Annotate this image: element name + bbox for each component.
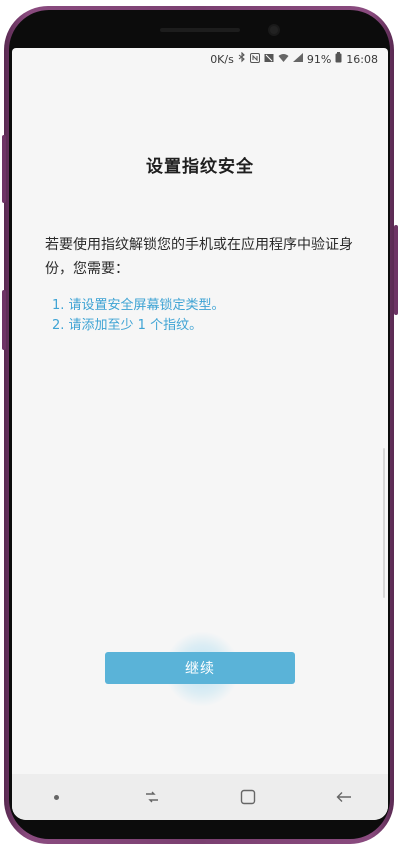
front-camera: [270, 26, 278, 34]
nfc-icon: [249, 52, 260, 66]
navigation-bar: [12, 774, 388, 820]
step-item-2[interactable]: 2. 请添加至少 1 个指纹。: [52, 316, 372, 336]
bixby-button: [2, 290, 6, 350]
clock: 16:08: [346, 52, 378, 66]
description-text: 若要使用指纹解锁您的手机或在应用程序中验证身份，您需要：: [45, 237, 353, 277]
step-item-1[interactable]: 1. 请设置安全屏幕锁定类型。: [52, 296, 372, 316]
back-icon[interactable]: [324, 782, 364, 812]
volume-button: [2, 135, 6, 203]
phone-screen: 0K/s 91% 16:08 设置指纹安全 若要使用指纹解锁您的手机或在应用程序…: [12, 48, 388, 820]
steps-list: 1. 请设置安全屏幕锁定类型。 2. 请添加至少 1 个指纹。: [52, 296, 372, 336]
scroll-indicator: [383, 448, 385, 598]
signal-icon: [292, 53, 303, 65]
battery-icon: [335, 52, 342, 66]
dot-icon[interactable]: [36, 782, 76, 812]
network-speed: 0K/s: [210, 52, 234, 66]
status-bar: 0K/s 91% 16:08: [12, 48, 388, 70]
power-button: [394, 225, 398, 315]
wifi-icon: [278, 53, 289, 65]
home-icon[interactable]: [228, 782, 268, 812]
earpiece-speaker: [160, 28, 240, 32]
continue-button[interactable]: 继续: [105, 652, 295, 684]
battery-percent: 91%: [306, 52, 332, 66]
recent-apps-icon[interactable]: [132, 782, 172, 812]
silent-mode-icon: [264, 53, 274, 66]
page-title: 设置指纹安全: [146, 157, 254, 177]
bluetooth-icon: [238, 51, 246, 66]
